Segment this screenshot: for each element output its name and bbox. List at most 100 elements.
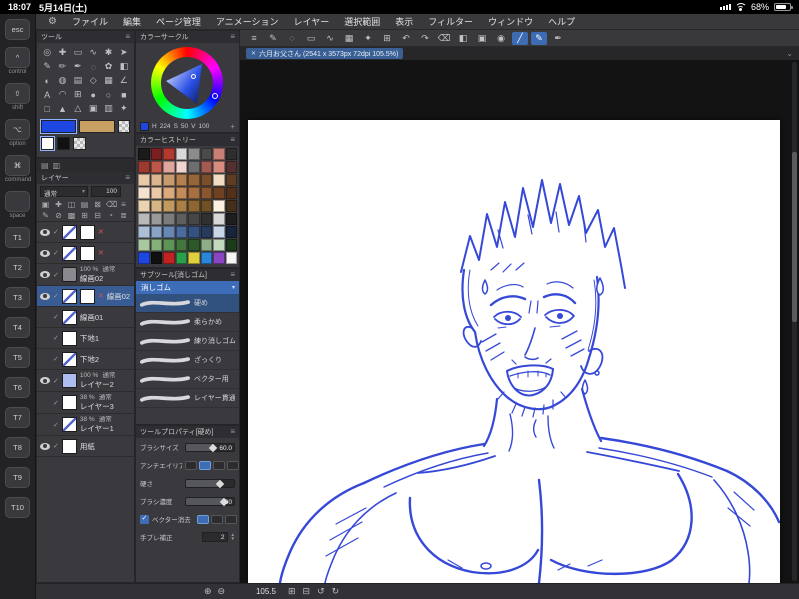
menu-item[interactable]: 編集 <box>123 15 141 28</box>
layer-command-icon[interactable]: ⊟ <box>93 211 102 220</box>
color-swatch[interactable] <box>225 148 237 160</box>
subtool-item[interactable]: 柔らかめ <box>136 313 239 332</box>
color-swatch[interactable] <box>150 161 162 173</box>
color-swatch[interactable] <box>138 213 150 225</box>
color-swatch[interactable] <box>175 161 187 173</box>
view-control-icon[interactable]: ⊟ <box>303 586 311 597</box>
shortcut-key[interactable]: T3 <box>5 287 30 308</box>
color-swatch[interactable] <box>175 213 187 225</box>
modifier-key[interactable]: ⌘ command <box>5 155 31 184</box>
color-swatch[interactable] <box>200 252 212 264</box>
shortcut-key[interactable]: T10 <box>5 497 30 518</box>
color-swatch[interactable] <box>163 200 175 212</box>
layer-command-icon[interactable]: ⌫ <box>106 200 117 209</box>
color-swatch[interactable] <box>138 161 150 173</box>
tool-icon[interactable]: ✱ <box>101 46 115 59</box>
layer-property-tab-icon[interactable]: ▥ <box>53 161 61 170</box>
subtool-item[interactable]: レイヤー貫通 <box>136 389 239 408</box>
visibility-eye-icon[interactable] <box>40 292 50 300</box>
toolbar-icon[interactable]: ✒ <box>550 32 566 45</box>
vector-erase-mode-button[interactable] <box>197 514 209 524</box>
color-swatch[interactable] <box>150 213 162 225</box>
tool-icon[interactable]: ∠ <box>117 74 131 87</box>
view-control-icon[interactable]: ↻ <box>332 586 340 597</box>
hue-marker[interactable] <box>212 93 218 99</box>
layer-command-icon[interactable]: ▤ <box>80 200 89 209</box>
tool-icon[interactable]: ◎ <box>40 46 54 59</box>
toolbar-icon[interactable]: ⊞ <box>379 32 395 45</box>
color-swatch[interactable] <box>213 148 225 160</box>
tool-icon[interactable]: ▥ <box>101 102 115 115</box>
color-swatch[interactable] <box>163 226 175 238</box>
layer-command-icon[interactable]: ⊠ <box>93 200 102 209</box>
tool-icon[interactable]: ▭ <box>71 46 85 59</box>
modifier-key[interactable]: ⌥ option <box>5 119 30 148</box>
tool-icon[interactable]: ✒ <box>71 60 85 73</box>
toolbar-icon[interactable]: ↶ <box>398 32 414 45</box>
shortcut-key[interactable]: T9 <box>5 467 30 488</box>
layer-opacity-field[interactable]: 100 <box>91 186 121 197</box>
color-swatch[interactable] <box>188 226 200 238</box>
visibility-eye-icon[interactable] <box>40 377 50 384</box>
color-swatch[interactable] <box>188 252 200 264</box>
color-swatch[interactable] <box>200 187 212 199</box>
toolbar-icon[interactable]: ◌ <box>284 32 300 45</box>
subtool-item[interactable]: 練り消しゴム <box>136 332 239 351</box>
tool-icon[interactable]: ◍ <box>55 74 69 87</box>
layer-row[interactable]: ✕ 下地1 <box>37 328 134 349</box>
tool-icon[interactable]: △ <box>71 102 85 115</box>
modifier-key-cap[interactable]: ⇧ <box>5 83 30 104</box>
color-swatch[interactable] <box>175 252 187 264</box>
shortcut-key[interactable]: T2 <box>5 257 30 278</box>
color-swatch[interactable] <box>200 239 212 251</box>
subtool-item[interactable]: ベクター用 <box>136 370 239 389</box>
tool-icon[interactable]: ▲ <box>55 102 69 115</box>
color-swatch[interactable] <box>213 161 225 173</box>
tool-icon[interactable]: ▤ <box>71 74 85 87</box>
white-color-swatch[interactable] <box>40 136 55 151</box>
tool-icon[interactable]: ✎ <box>40 60 54 73</box>
vector-erase-checkbox[interactable] <box>140 514 149 524</box>
color-swatch[interactable] <box>175 226 187 238</box>
tool-icon[interactable]: ◌ <box>86 60 100 73</box>
view-control-icon[interactable]: ↺ <box>317 586 325 597</box>
modifier-key-cap[interactable] <box>5 191 30 212</box>
layer-row[interactable]: ✕ 線画01 <box>37 307 134 328</box>
black-color-swatch[interactable] <box>57 137 70 150</box>
tool-icon[interactable]: ✚ <box>55 46 69 59</box>
layer-row[interactable]: ✕ 下地2 <box>37 349 134 370</box>
menu-item[interactable]: ウィンドウ <box>488 15 533 28</box>
toolbar-icon[interactable]: ◧ <box>455 32 471 45</box>
panel-zoom-icon[interactable]: ⊕ <box>204 586 212 597</box>
color-swatch[interactable] <box>200 200 212 212</box>
shortcut-key[interactable]: T1 <box>5 227 30 248</box>
layer-check-icon[interactable] <box>53 399 59 407</box>
layer-check-icon[interactable] <box>53 421 59 429</box>
color-swatch[interactable] <box>138 148 150 160</box>
transparent-color-swatch[interactable] <box>117 120 130 133</box>
layer-check-icon[interactable] <box>53 334 59 342</box>
tool-icon[interactable]: ✿ <box>101 60 115 73</box>
color-swatch[interactable] <box>163 148 175 160</box>
canvas-scrollbar[interactable] <box>792 62 797 581</box>
tool-icon[interactable]: ◧ <box>117 60 131 73</box>
layer-row[interactable]: ✕ <box>37 243 134 264</box>
main-color-swatch[interactable] <box>39 119 78 134</box>
panel-menu-icon[interactable] <box>125 172 130 184</box>
layer-check-icon[interactable] <box>53 271 59 279</box>
color-swatch[interactable] <box>225 226 237 238</box>
toolbar-icon[interactable]: ▣ <box>474 32 490 45</box>
tool-icon[interactable]: ○ <box>101 88 115 101</box>
layer-command-icon[interactable]: ▩ <box>67 211 76 220</box>
color-swatch[interactable] <box>225 161 237 173</box>
visibility-eye-icon[interactable] <box>40 271 50 278</box>
sv-marker[interactable] <box>191 74 196 79</box>
toolbar-icon[interactable]: ✎ <box>265 32 281 45</box>
color-swatch[interactable] <box>188 174 200 186</box>
layer-command-icon[interactable]: ⊞ <box>80 211 89 220</box>
toolbar-icon[interactable]: ✎ <box>531 31 547 45</box>
color-swatch[interactable] <box>150 226 162 238</box>
layer-command-icon[interactable]: ≣ <box>119 211 128 220</box>
antialias-option-button[interactable] <box>227 460 239 470</box>
layer-command-icon[interactable]: ≡ <box>119 200 128 209</box>
